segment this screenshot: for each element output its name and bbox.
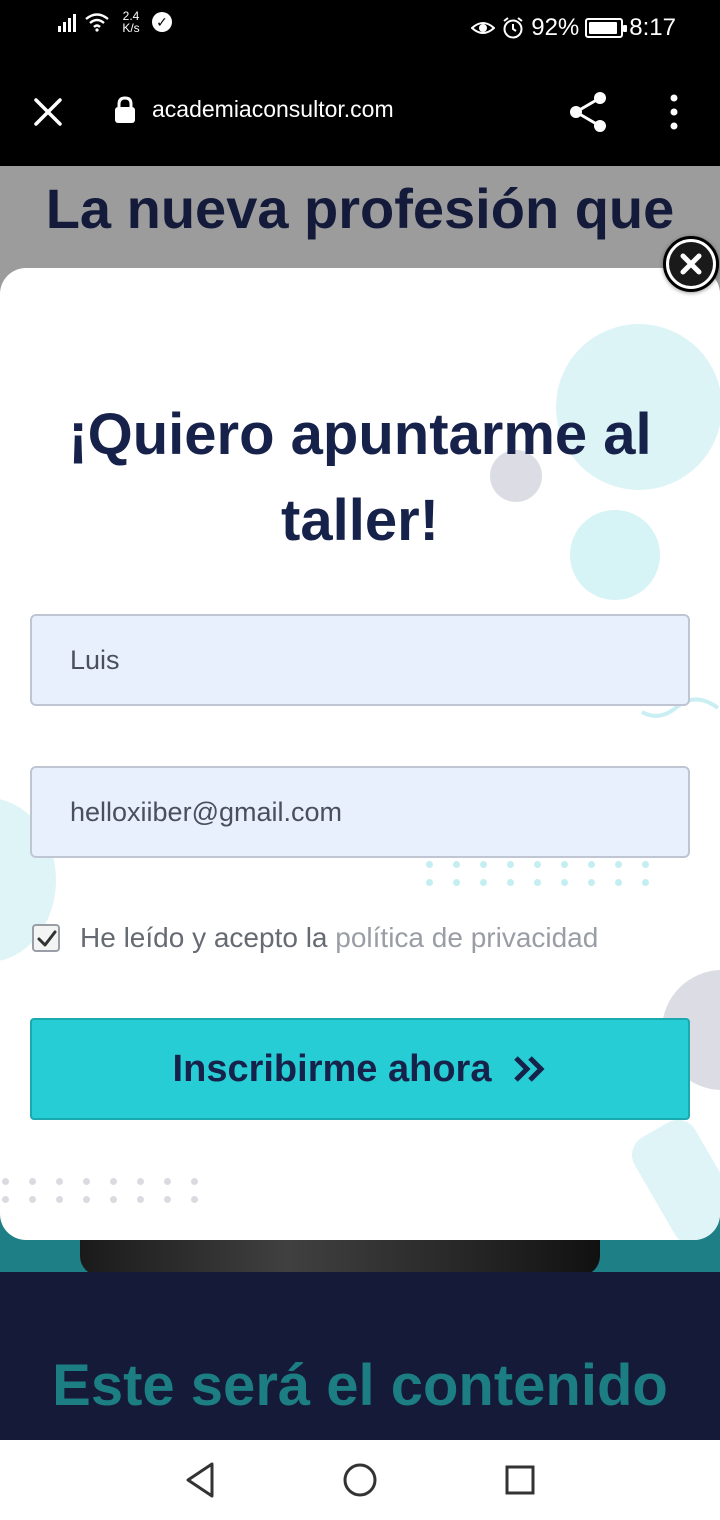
clock: 8:17	[629, 14, 676, 41]
close-icon	[669, 242, 713, 286]
home-icon[interactable]	[340, 1460, 380, 1500]
lock-icon	[115, 96, 135, 123]
section-title: Este será el contenido	[52, 1353, 668, 1418]
status-right: 92% 8:17	[471, 14, 676, 42]
name-field[interactable]: Luis	[30, 614, 690, 706]
privacy-policy-link[interactable]: política de privacidad	[335, 922, 598, 953]
decor-dots	[426, 861, 653, 886]
email-field[interactable]: helloxiiber@gmail.com	[30, 766, 690, 858]
eye-icon	[471, 22, 496, 34]
network-speed: 2.4 K/s	[118, 10, 144, 34]
modal-title: ¡Quiero apuntarme al taller!	[68, 402, 652, 553]
signup-button-label: Inscribirme ahora	[172, 1047, 492, 1090]
consent-label: He leído y acepto la	[80, 922, 328, 953]
more-vert-icon[interactable]	[664, 92, 684, 132]
status-bar: 2.4 K/s ✓ 92% 8:17	[0, 0, 720, 56]
privacy-consent: He leído y acepto la política de privaci…	[32, 922, 598, 954]
page-hero-title: La nueva profesión que	[45, 177, 675, 240]
checkmark-icon	[37, 930, 57, 947]
signal-icon	[58, 12, 76, 32]
close-icon[interactable]	[30, 94, 66, 130]
signup-modal: ¡Quiero apuntarme al taller! Luis hellox…	[0, 268, 720, 1240]
network-speed-unit: K/s	[122, 21, 140, 35]
decor-shape	[624, 1112, 720, 1240]
signup-button[interactable]: Inscribirme ahora	[30, 1018, 690, 1120]
share-icon[interactable]	[566, 90, 610, 134]
privacy-checkbox[interactable]	[32, 924, 60, 952]
system-nav-bar	[0, 1440, 720, 1520]
recent-apps-icon[interactable]	[500, 1460, 540, 1500]
battery-icon	[585, 18, 628, 38]
battery-percent: 92%	[531, 14, 580, 41]
url-bar[interactable]: academiaconsultor.com	[152, 96, 394, 123]
battery-level	[589, 22, 617, 34]
check-circle-icon: ✓	[152, 12, 172, 32]
back-icon[interactable]	[180, 1458, 220, 1502]
alarm-icon	[503, 17, 523, 39]
wifi-icon	[85, 13, 109, 32]
modal-close-button[interactable]	[663, 236, 719, 292]
browser-toolbar: academiaconsultor.com	[0, 56, 720, 166]
decor-dots	[2, 1178, 202, 1203]
double-chevron-right-icon	[514, 1056, 545, 1082]
status-left: 2.4 K/s ✓	[58, 10, 172, 34]
consent-text: He leído y acepto la política de privaci…	[80, 922, 598, 954]
